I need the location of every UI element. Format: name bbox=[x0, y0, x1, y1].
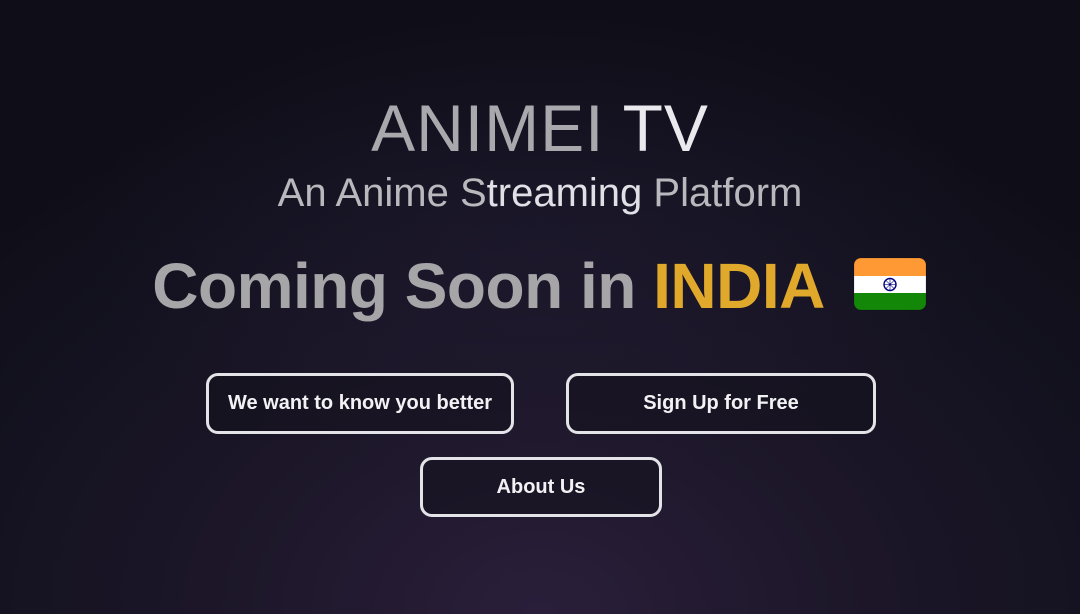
tagline-highlight: treaming bbox=[486, 171, 643, 215]
tagline-before: An Anime S bbox=[277, 171, 487, 215]
sign-up-button[interactable]: Sign Up for Free bbox=[566, 373, 876, 434]
brand-title-part1: ANIMEI bbox=[371, 91, 605, 165]
brand-title-part2: TV bbox=[622, 91, 709, 165]
tagline-after: Platform bbox=[642, 171, 803, 215]
headline-country: INDIA bbox=[653, 250, 823, 322]
india-flag-icon bbox=[852, 254, 928, 326]
about-us-button[interactable]: About Us bbox=[420, 457, 662, 517]
coming-soon-headline: Coming Soon in INDIA bbox=[0, 250, 1080, 326]
know-you-better-button[interactable]: We want to know you better bbox=[206, 373, 514, 434]
brand-title: ANIMEI TV bbox=[0, 90, 1080, 166]
headline-text: Coming Soon in bbox=[152, 250, 636, 322]
tagline: An Anime Streaming Platform bbox=[0, 170, 1080, 216]
